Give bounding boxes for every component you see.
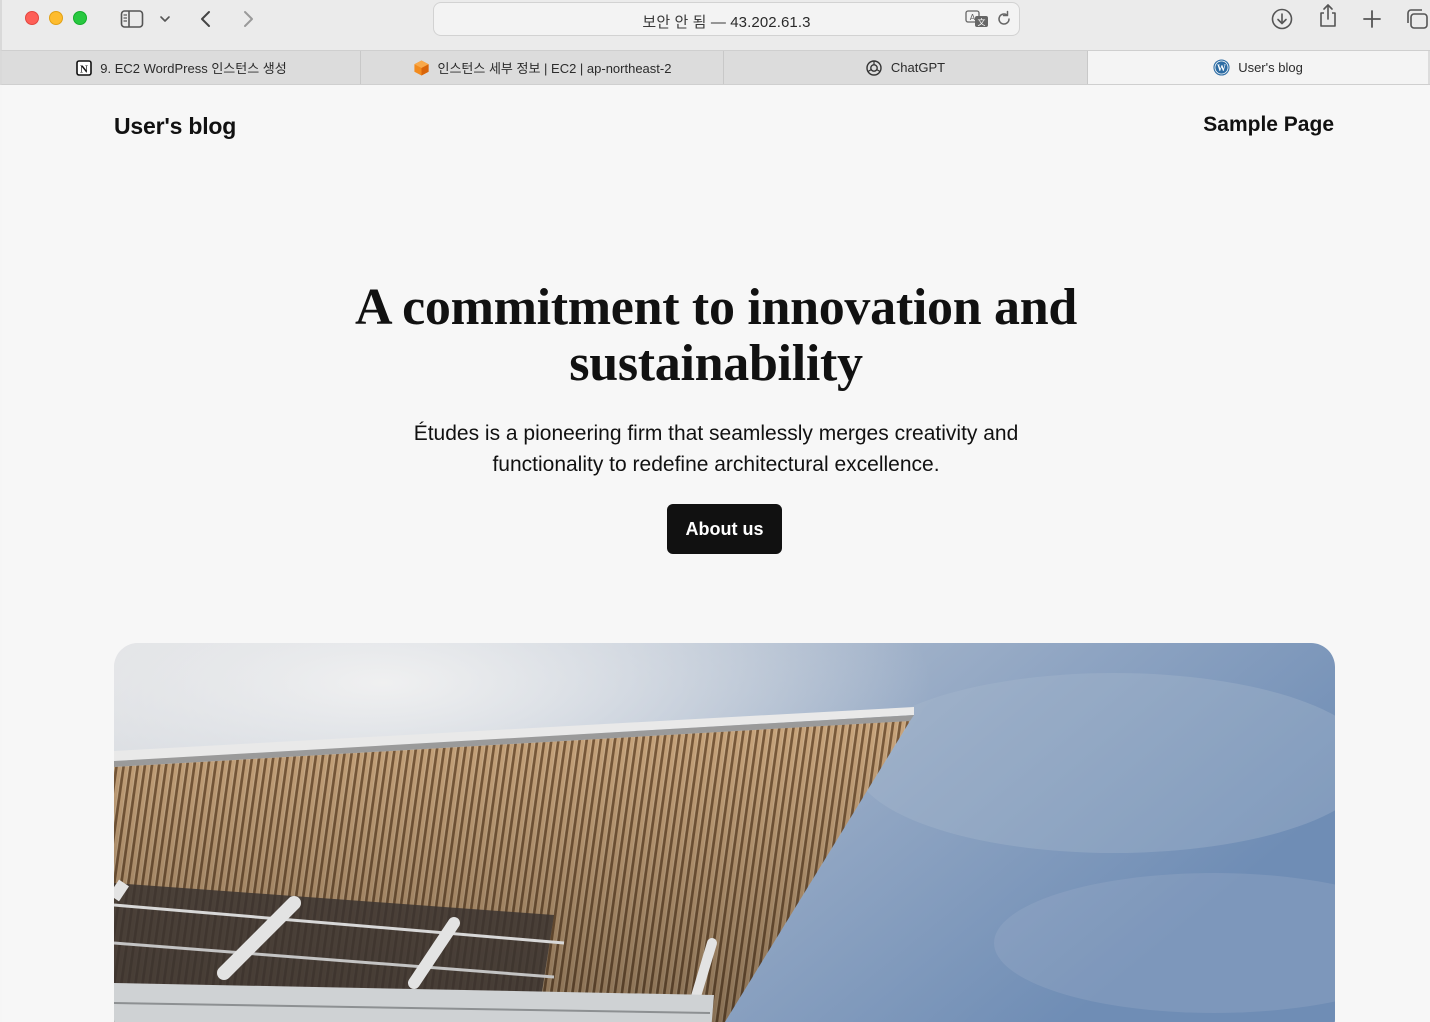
svg-text:文: 文 <box>978 17 986 27</box>
tab-users-blog[interactable]: W User's blog <box>1088 51 1428 84</box>
hero-description: Études is a pioneering firm that seamles… <box>2 418 1430 480</box>
window-minimize-button[interactable] <box>49 11 63 25</box>
hero-description-line-2: functionality to redefine architectural … <box>492 453 940 476</box>
translate-button[interactable]: A 文 <box>965 10 989 33</box>
tab-overview-button[interactable] <box>1404 6 1430 32</box>
translate-icon: A 文 <box>965 10 988 27</box>
tab-label: 9. EC2 WordPress 인스턴스 생성 <box>100 61 287 76</box>
nav-sample-page-link[interactable]: Sample Page <box>1203 113 1334 137</box>
window-maximize-button[interactable] <box>73 11 87 25</box>
svg-text:N: N <box>80 63 88 75</box>
tab-overview-icon <box>1407 9 1428 29</box>
share-button[interactable] <box>1315 3 1341 29</box>
tab-aws-ec2[interactable]: 인스턴스 세부 정보 | EC2 | ap-northeast-2 <box>361 51 724 84</box>
tab-chatgpt[interactable]: ChatGPT <box>724 51 1088 84</box>
reload-icon <box>998 10 1010 25</box>
downloads-button[interactable] <box>1269 6 1295 32</box>
hero-title-line-2: sustainability <box>569 335 863 392</box>
window-close-button[interactable] <box>25 11 39 25</box>
reload-button[interactable] <box>995 10 1013 33</box>
tab-notion[interactable]: N 9. EC2 WordPress 인스턴스 생성 <box>2 51 361 84</box>
svg-text:A: A <box>970 13 976 22</box>
wordpress-icon: W <box>1213 59 1230 76</box>
tab-bar: N 9. EC2 WordPress 인스턴스 생성 인스턴스 세부 정보 | … <box>0 50 1430 85</box>
address-text: 보안 안 됨 — 43.202.61.3 <box>434 11 1019 32</box>
chatgpt-icon <box>866 59 883 76</box>
svg-text:W: W <box>1217 63 1226 73</box>
hero-description-line-1: Études is a pioneering firm that seamles… <box>413 422 1019 445</box>
address-bar[interactable]: 보안 안 됨 — 43.202.61.3 A 文 <box>433 2 1020 36</box>
forward-button[interactable] <box>236 6 260 32</box>
plus-icon <box>1363 10 1381 28</box>
tab-label: User's blog <box>1238 60 1303 75</box>
download-icon <box>1271 8 1293 30</box>
chevron-down-icon <box>160 16 170 22</box>
page-content: User's blog Sample Page A commitment to … <box>2 85 1430 1022</box>
aws-cube-icon <box>413 59 430 76</box>
chevron-left-icon <box>201 11 210 27</box>
notion-icon: N <box>75 59 92 76</box>
tab-label: ChatGPT <box>890 60 946 75</box>
browser-toolbar: 보안 안 됨 — 43.202.61.3 A 文 <box>0 0 1430 50</box>
sidebar-toggle-button[interactable] <box>118 6 146 32</box>
tab-group-dropdown-button[interactable] <box>156 6 174 32</box>
building-roof-illustration <box>114 643 1335 1022</box>
chevron-right-icon <box>244 11 253 27</box>
new-tab-button[interactable] <box>1359 6 1385 32</box>
hero-title-line-1: A commitment to innovation and <box>355 279 1077 336</box>
sidebar-icon <box>120 10 144 28</box>
site-title-link[interactable]: User's blog <box>114 113 236 140</box>
back-button[interactable] <box>194 6 218 32</box>
share-icon <box>1320 4 1336 27</box>
address-security-label: 보안 안 됨 — <box>642 14 726 31</box>
address-host: 43.202.61.3 <box>730 14 811 31</box>
hero-title: A commitment to innovation and sustainab… <box>2 280 1430 392</box>
hero-building-image <box>114 643 1335 1022</box>
tab-label: 인스턴스 세부 정보 | EC2 | ap-northeast-2 <box>437 61 672 76</box>
about-us-button[interactable]: About us <box>667 504 782 554</box>
